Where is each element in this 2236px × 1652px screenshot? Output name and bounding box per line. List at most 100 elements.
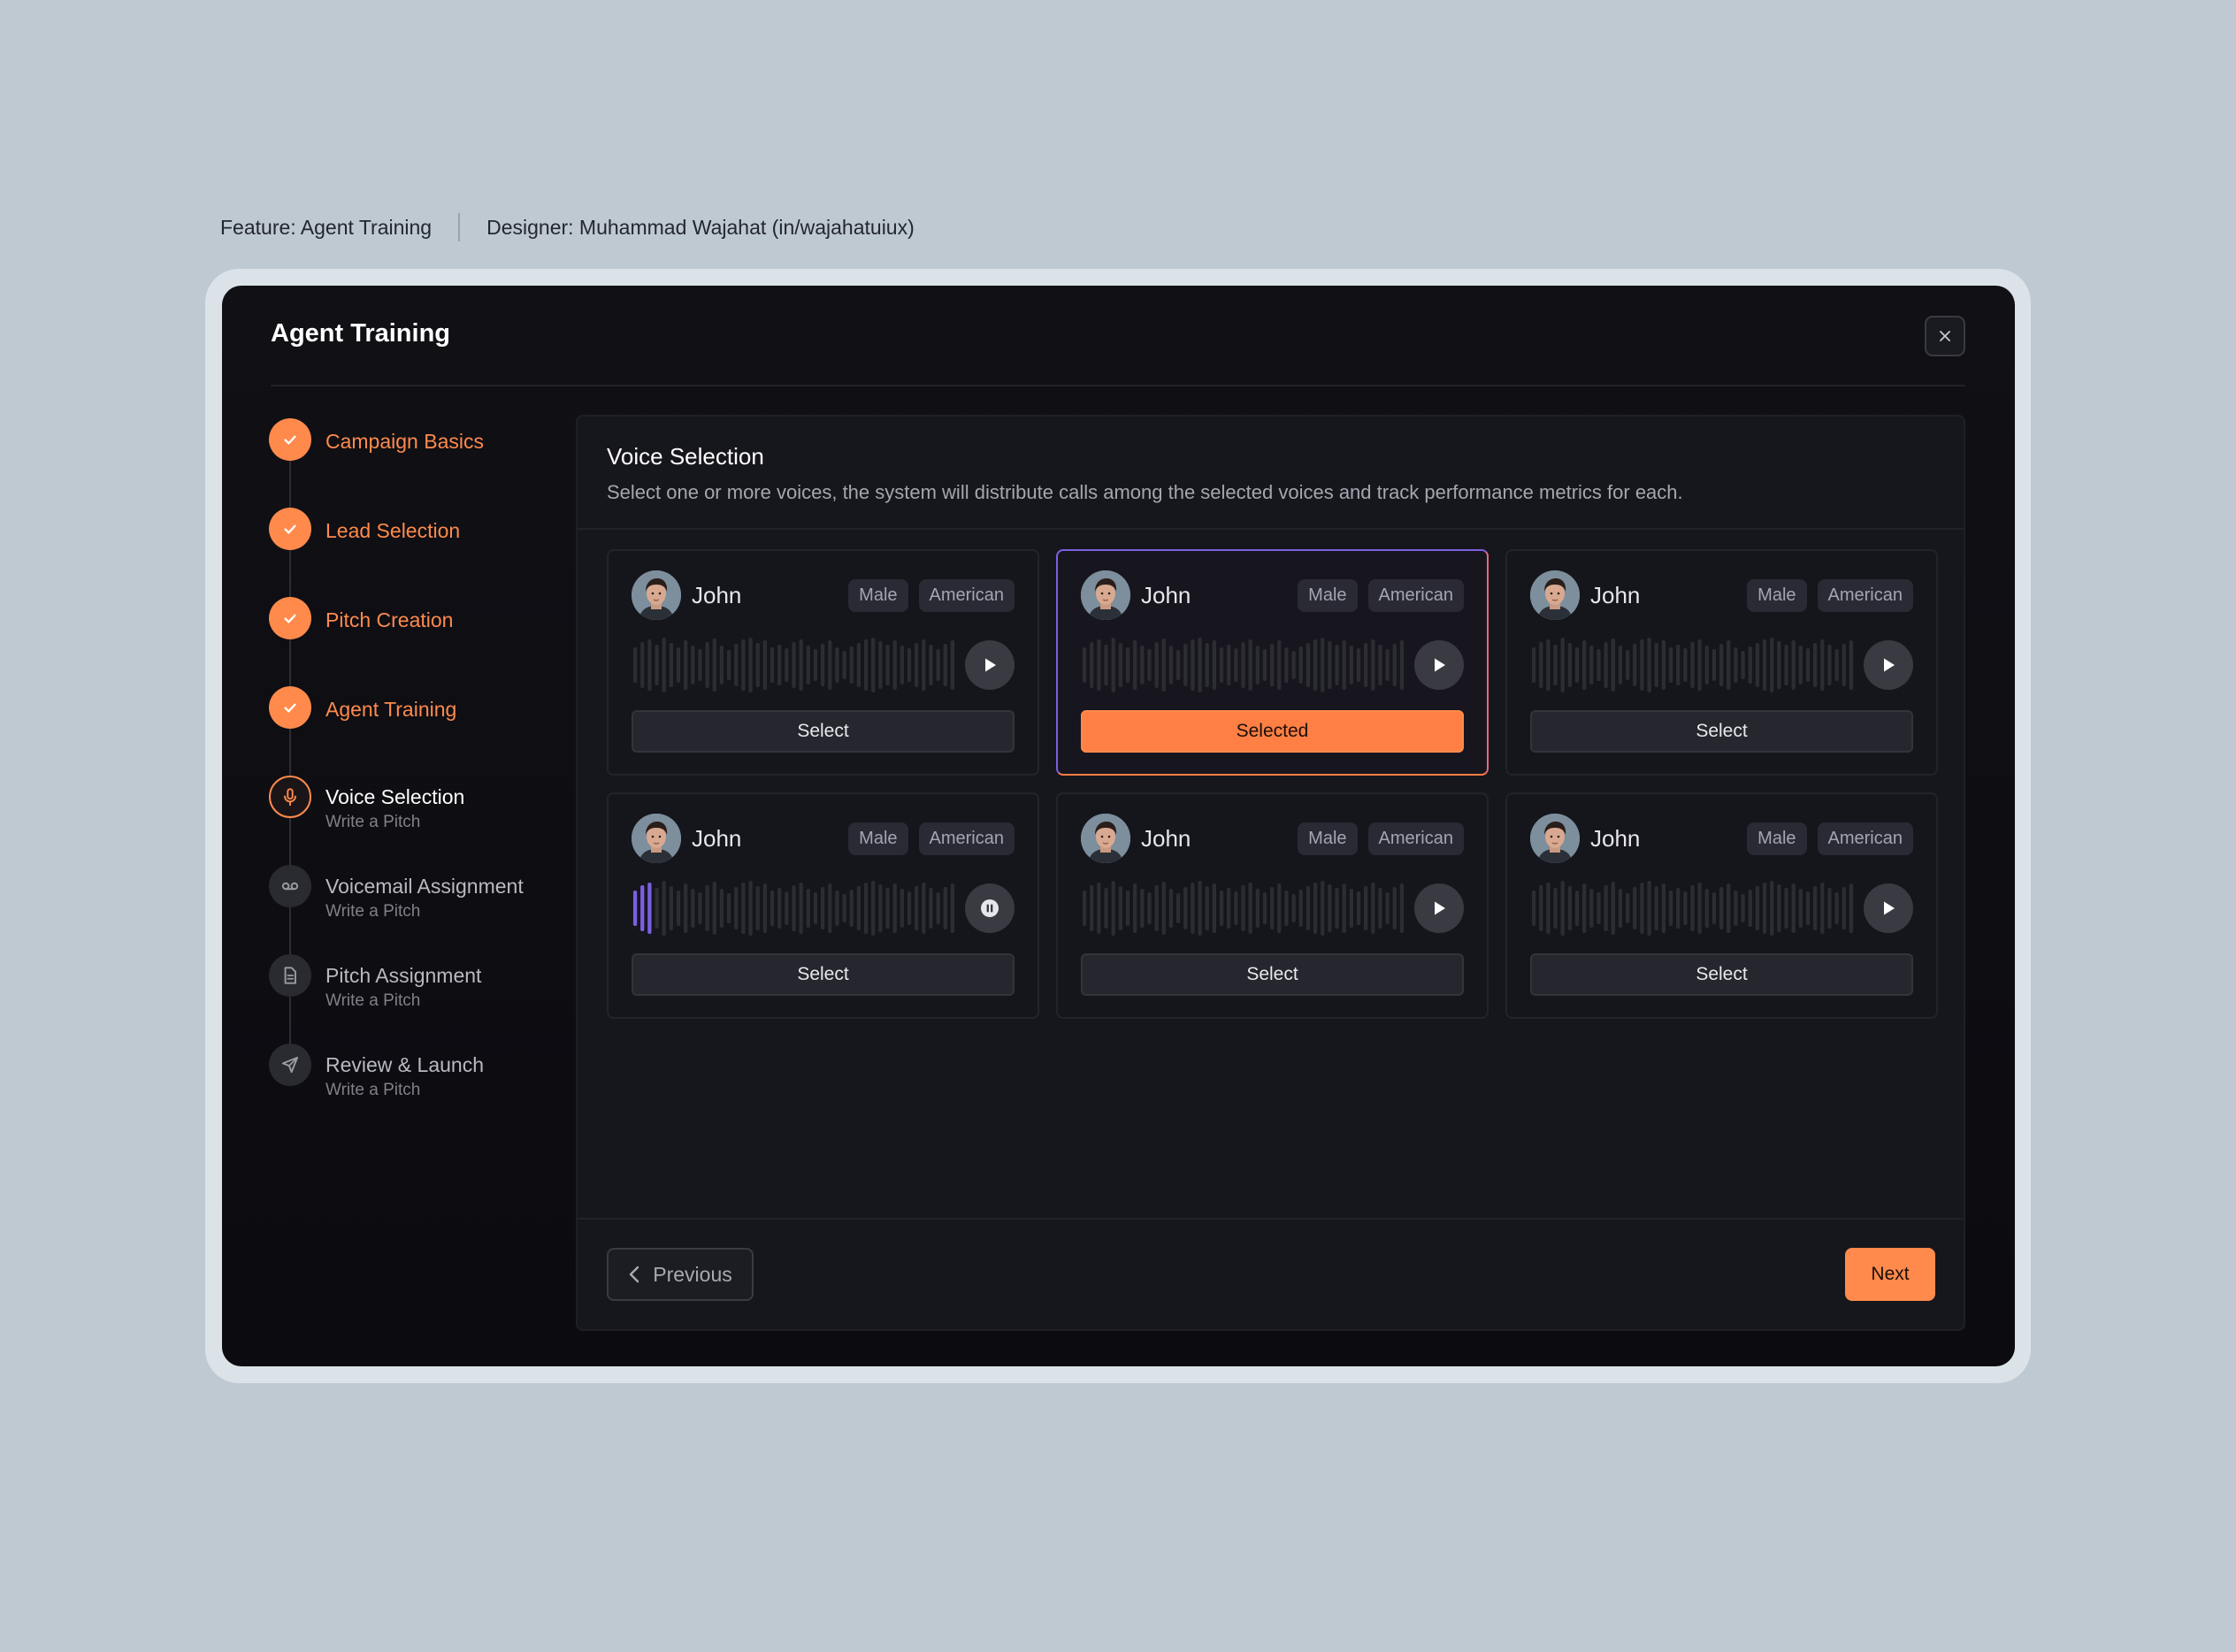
step-indicator [269,686,311,729]
step-subtitle: Write a Pitch [325,991,421,1010]
feature-label: Feature: Agent Training [220,215,433,239]
voice-card-header: John Male American [1530,814,1913,863]
waveform-bar [820,887,825,929]
voice-card[interactable]: John Male American Select [1505,549,1938,776]
waveform-bar [1205,643,1209,687]
waveform-bar [1727,640,1731,690]
waveform-bar [1654,886,1658,930]
voice-name: John [1590,824,1641,852]
select-button[interactable]: Select [632,710,1015,753]
pause-button[interactable] [965,883,1015,933]
voice-card[interactable]: John Male American Select [607,549,1039,776]
close-button[interactable] [1925,316,1965,356]
waveform-bar [1090,642,1094,688]
select-button[interactable]: Select [1081,953,1464,996]
waveform[interactable] [1530,638,1855,692]
waveform-bar [1133,640,1137,690]
select-button[interactable]: Select [632,953,1015,996]
waveform[interactable] [1081,881,1405,936]
step-voice-selection[interactable]: Voice Selection Write a Pitch [269,776,570,865]
microphone-icon [284,788,296,807]
waveform-bar [828,883,832,933]
step-labels: Pitch Creation [325,597,453,632]
avatar-image [1530,814,1580,863]
waveform-bar [1820,639,1825,691]
waveform-bar [878,884,883,932]
waveform-bar [1248,639,1252,691]
waveform-bar [922,883,926,934]
select-button[interactable]: Select [1530,953,1913,996]
waveform[interactable] [1530,881,1855,936]
waveform-bar [915,886,919,930]
waveform-bar [1734,647,1738,683]
waveform-bar [1711,892,1717,924]
waveform-bar [1168,889,1174,928]
waveform-bar [1553,645,1558,685]
select-button[interactable]: Select [1530,710,1913,753]
waveform-bar [849,646,854,684]
waveform-bar [777,645,782,685]
avatar-image [1081,570,1130,620]
waveform-bar [1111,881,1115,936]
waveform-bar [1328,641,1332,689]
selected-button[interactable]: Selected [1081,710,1464,753]
step-review-launch[interactable]: Review & Launch Write a Pitch [269,1044,570,1133]
step-indicator [269,597,311,639]
waveform-bar [1154,885,1159,931]
voice-card[interactable]: John Male American Select [1505,792,1938,1019]
waveform-bar [1356,648,1361,682]
waveform-bar [1385,892,1390,924]
waveform-bar [1805,648,1811,682]
waveform-bar [806,646,810,685]
step-lead-selection[interactable]: Lead Selection [269,508,570,597]
voice-card[interactable]: John Male American Select [1056,792,1489,1019]
waveform-bar [1668,891,1673,926]
waveform-bar [1762,639,1767,691]
waveform[interactable] [632,638,956,692]
step-voicemail-assignment[interactable]: Voicemail Assignment Write a Pitch [269,865,570,954]
waveform-bar [1633,644,1637,686]
waveform-bar [1399,640,1405,690]
waveform-container [1081,881,1405,936]
waveform[interactable] [632,881,956,936]
waveform-bar [1378,645,1382,685]
step-pitch-creation[interactable]: Pitch Creation [269,597,570,686]
waveform-bar [1385,649,1390,681]
step-agent-training[interactable]: Agent Training [269,686,570,776]
step-pitch-assignment[interactable]: Pitch Assignment Write a Pitch [269,954,570,1044]
waveform-bar [748,638,753,692]
step-campaign-basics[interactable]: Campaign Basics [269,418,570,508]
next-button[interactable]: Next [1845,1248,1935,1301]
waveform-bar [1546,639,1551,691]
play-button[interactable] [1414,640,1464,690]
waveform-bar [1234,891,1238,925]
play-button[interactable] [1864,640,1913,690]
previous-button[interactable]: Previous [607,1248,754,1301]
step-indicator [269,776,311,818]
waveform-bar [741,639,746,691]
waveform-bar [1690,885,1695,931]
step-connector [289,907,291,954]
waveform-bar [1560,638,1565,692]
waveform-bar [1589,889,1594,928]
play-icon [1435,901,1445,915]
voice-card[interactable]: John Male American Select [607,792,1039,1019]
waveform-bar [1140,646,1145,685]
waveform-bar [691,889,695,928]
avatar [1530,570,1580,620]
play-button[interactable] [1414,883,1464,933]
waveform-bar [1198,638,1202,692]
waveform-bar [813,649,818,681]
voice-name: John [692,824,742,852]
voice-card[interactable]: John Male American Selected [1056,549,1489,776]
play-button[interactable] [1864,883,1913,933]
waveform-bar [1539,642,1543,688]
waveform-bar [792,885,796,931]
play-button[interactable] [965,640,1015,690]
waveform-bar [1191,639,1195,691]
gender-tag: Male [1747,822,1807,855]
waveform-bar [669,643,673,687]
waveform[interactable] [1081,638,1405,692]
waveform-bar [676,647,681,683]
waveform-bar [871,638,876,692]
